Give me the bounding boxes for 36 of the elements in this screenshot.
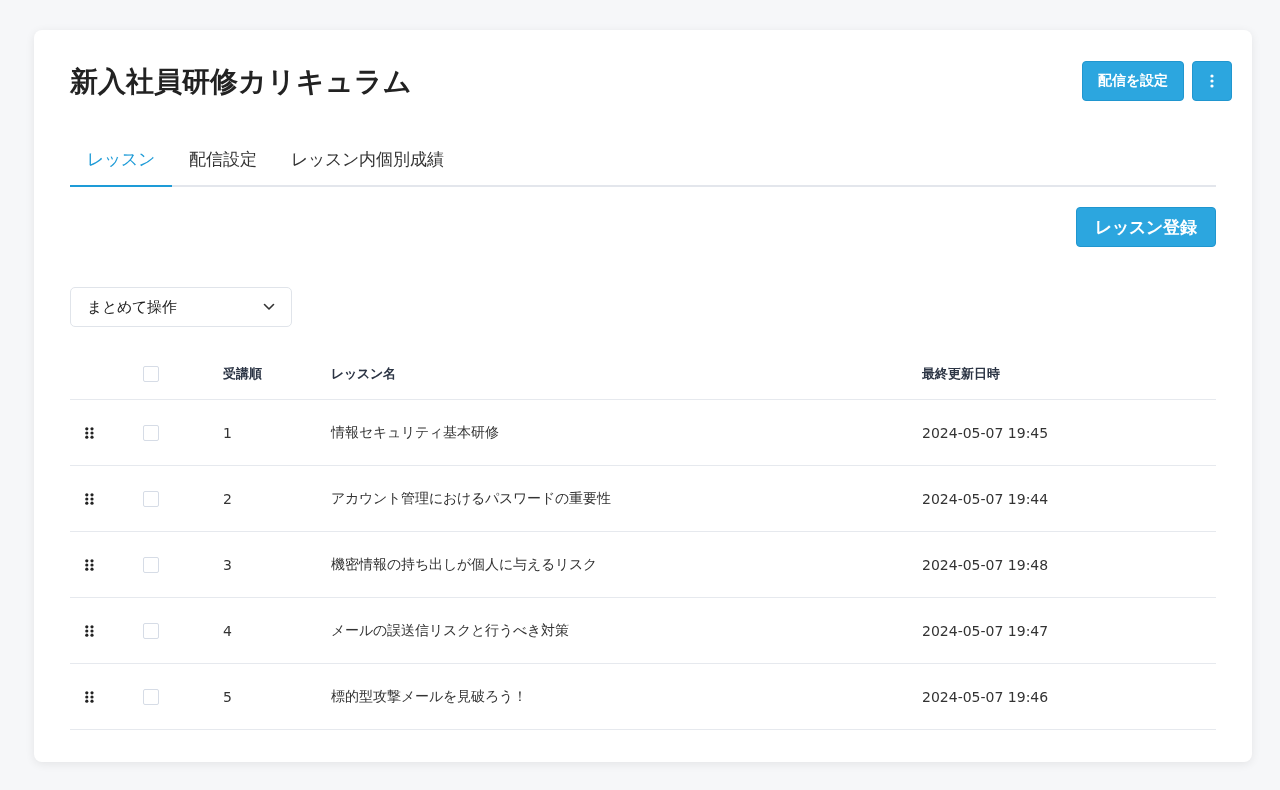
drag-handle-icon[interactable] <box>85 558 94 571</box>
table-cell: 2024-05-07 19:47 <box>922 622 1049 639</box>
table-cell: 機密情報の持ち出しが個人に与えるリスク <box>331 555 597 574</box>
drag-handle-icon[interactable] <box>85 492 94 505</box>
table-cell: 4 <box>223 622 232 639</box>
table-cell: 標的型攻撃メールを見破ろう！ <box>331 687 527 706</box>
more-button[interactable] <box>1192 61 1232 101</box>
drag-handle-icon[interactable] <box>85 690 94 703</box>
table-cell: 2024-05-07 19:48 <box>922 556 1049 573</box>
table-cell: メールの誤送信リスクと行うべき対策 <box>331 621 569 640</box>
table-cell: 1 <box>223 424 232 441</box>
row-checkbox[interactable] <box>143 424 159 441</box>
row-checkbox[interactable] <box>143 688 159 705</box>
row-checkbox[interactable] <box>143 556 159 573</box>
table-cell: 5 <box>223 688 232 705</box>
chevron-down-icon <box>263 303 275 311</box>
select-all-checkbox[interactable] <box>143 366 159 382</box>
drag-handle-icon[interactable] <box>85 426 94 439</box>
table-cell: 3 <box>223 556 232 573</box>
tab[interactable]: 配信設定 <box>172 138 274 187</box>
column-header: 受講順 <box>223 365 262 383</box>
table-cell: 情報セキュリティ基本研修 <box>331 423 499 442</box>
table-cell: 2 <box>223 490 232 507</box>
table-cell: アカウント管理におけるパスワードの重要性 <box>331 489 611 508</box>
table-cell: 2024-05-07 19:45 <box>922 424 1049 441</box>
page-title: 新入社員研修カリキュラム <box>70 64 412 100</box>
table-cell: 2024-05-07 19:44 <box>922 490 1049 507</box>
tab[interactable]: レッスン内個別成績 <box>274 138 461 187</box>
column-header: レッスン名 <box>331 365 396 383</box>
bulk-action-dropdown[interactable]: まとめて操作 <box>70 287 292 327</box>
row-checkbox[interactable] <box>143 622 159 639</box>
drag-handle-icon[interactable] <box>85 624 94 637</box>
column-header: 最終更新日時 <box>922 365 1000 383</box>
row-checkbox[interactable] <box>143 490 159 507</box>
table-cell: 2024-05-07 19:46 <box>922 688 1049 705</box>
more-icon <box>1210 74 1214 88</box>
